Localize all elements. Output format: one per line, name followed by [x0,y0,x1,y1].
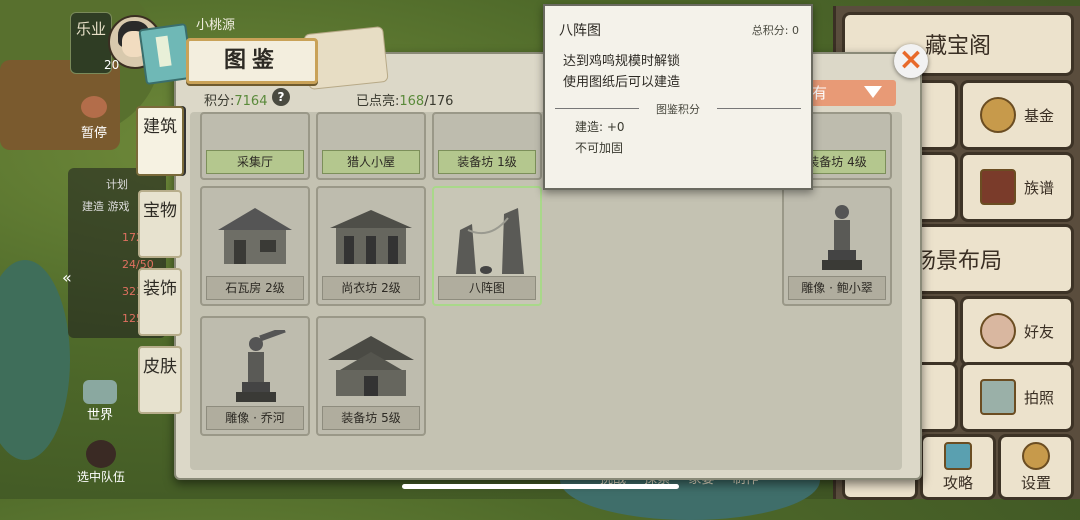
player-level: 20 [104,58,120,72]
workshop-icon [330,210,412,264]
genealogy-icon [979,169,1016,205]
chevron-down-icon [864,86,882,98]
friends-label: 好友 [1023,322,1054,341]
filter-dropdown[interactable]: 有 [806,80,896,106]
tab-treasures[interactable]: 宝物 [138,190,182,258]
pause-label: 暂停 [80,126,107,141]
strategy-button[interactable]: 攻略 [920,434,996,500]
collapse-arrow-icon[interactable]: « [62,268,72,287]
score-label: 积分: [204,94,235,109]
card-label: 雕像 · 乔河 [206,406,304,430]
camera-button[interactable]: 拍照 [960,362,1074,432]
scene-layout-label: 场景布局 [913,249,1002,274]
lit-total: /176 [424,94,454,109]
strategy-label: 攻略 [942,473,973,492]
camera-label: 拍照 [1023,388,1054,407]
grid-card[interactable]: 尚衣坊 2级 [316,186,426,306]
treasure-pavilion-label: 藏宝阁 [924,34,991,59]
statue-icon [822,205,862,270]
settings-button[interactable]: 设置 [998,434,1074,500]
friends-icon [979,313,1016,349]
temple-icon [328,336,414,396]
tab-skins[interactable]: 皮肤 [138,346,182,414]
world-icon [83,380,117,404]
camera-icon [979,379,1016,415]
lit-label: 已点亮: [356,94,400,109]
tab-label: 皮肤 [143,357,177,377]
score-value: 7164 [234,94,268,109]
genealogy-label: 族谱 [1023,178,1054,197]
river [0,260,70,460]
tab-buildings[interactable]: 建筑 [136,106,184,176]
tooltip-total-score: 总积分: 0 [751,24,799,37]
fund-label: 基金 [1023,106,1054,125]
modal-title: 图鉴 [223,48,280,73]
card-label: 尚衣坊 2级 [322,276,420,300]
build-score: 建造: +0 [575,120,625,134]
build-condition: 使用图纸后可以建造 [563,75,681,90]
grid-card[interactable]: 装备坊 1级 [432,112,542,180]
card-label: 雕像 · 鲍小翠 [788,276,886,300]
genealogy-button[interactable]: 族谱 [960,152,1074,222]
tab-label: 宝物 [143,201,177,221]
player-name: 小桃源 [196,18,236,33]
grid-card[interactable]: 装备坊 5级 [316,316,426,436]
card-label: 装备坊 1级 [438,150,536,174]
close-button[interactable]: × [894,44,928,78]
settings-icon [1022,441,1050,470]
item-detail-tooltip: 八阵图 总积分: 0 达到鸡鸣规模时解锁 使用图纸后可以建造 图鉴积分 建造: … [543,4,813,190]
filter-label: 有 [812,84,828,102]
tab-label: 装饰 [143,279,177,299]
pause-icon [81,96,107,118]
help-icon[interactable]: ? [272,88,290,106]
grid-card[interactable]: 采集厅 [200,112,310,180]
card-label: 装备坊 5级 [322,406,420,430]
section-divider: 图鉴积分 [555,101,801,116]
house-icon [218,208,292,264]
pause-button[interactable]: 暂停 [70,96,118,141]
grid-card[interactable]: 雕像 · 鲍小翠 [782,186,892,306]
home-indicator[interactable] [402,484,679,489]
card-label: 八阵图 [438,276,536,300]
fund-icon [979,97,1016,133]
reinforce-status: 不可加固 [575,141,624,155]
card-label: 石瓦房 2级 [206,276,304,300]
grid-card-selected[interactable]: 八阵图 [432,186,542,306]
grid-card[interactable]: 雕像 · 乔河 [200,316,310,436]
section-title: 图鉴积分 [656,103,700,116]
friends-button[interactable]: 好友 [960,296,1074,366]
close-icon: × [898,42,924,77]
lit-value: 168 [399,94,425,109]
team-icon [86,440,116,468]
settings-label: 设置 [1020,473,1051,492]
tooltip-title: 八阵图 [559,23,601,39]
card-label: 猎人小屋 [322,150,420,174]
grid-card[interactable]: 石瓦房 2级 [200,186,310,306]
team-button[interactable]: 选中队伍 [70,440,132,485]
statue-icon [236,330,286,402]
team-label: 选中队伍 [76,470,125,484]
tab-decorations[interactable]: 装饰 [138,268,182,336]
score-display: 积分:7164 [204,90,267,109]
fund-button[interactable]: 基金 [960,80,1074,150]
card-label: 采集厅 [206,150,304,174]
tab-label: 建筑 [143,117,177,137]
strategy-icon [944,441,972,470]
lit-count-display: 已点亮:168/176 [356,90,453,109]
grid-card[interactable]: 猎人小屋 [316,112,426,180]
unlock-condition: 达到鸡鸣规模时解锁 [563,54,681,69]
world-button[interactable]: 世界 [74,380,126,423]
stone-formation-icon [456,208,524,274]
world-label: 世界 [86,408,113,423]
title-scroll: 图鉴 [186,38,318,84]
